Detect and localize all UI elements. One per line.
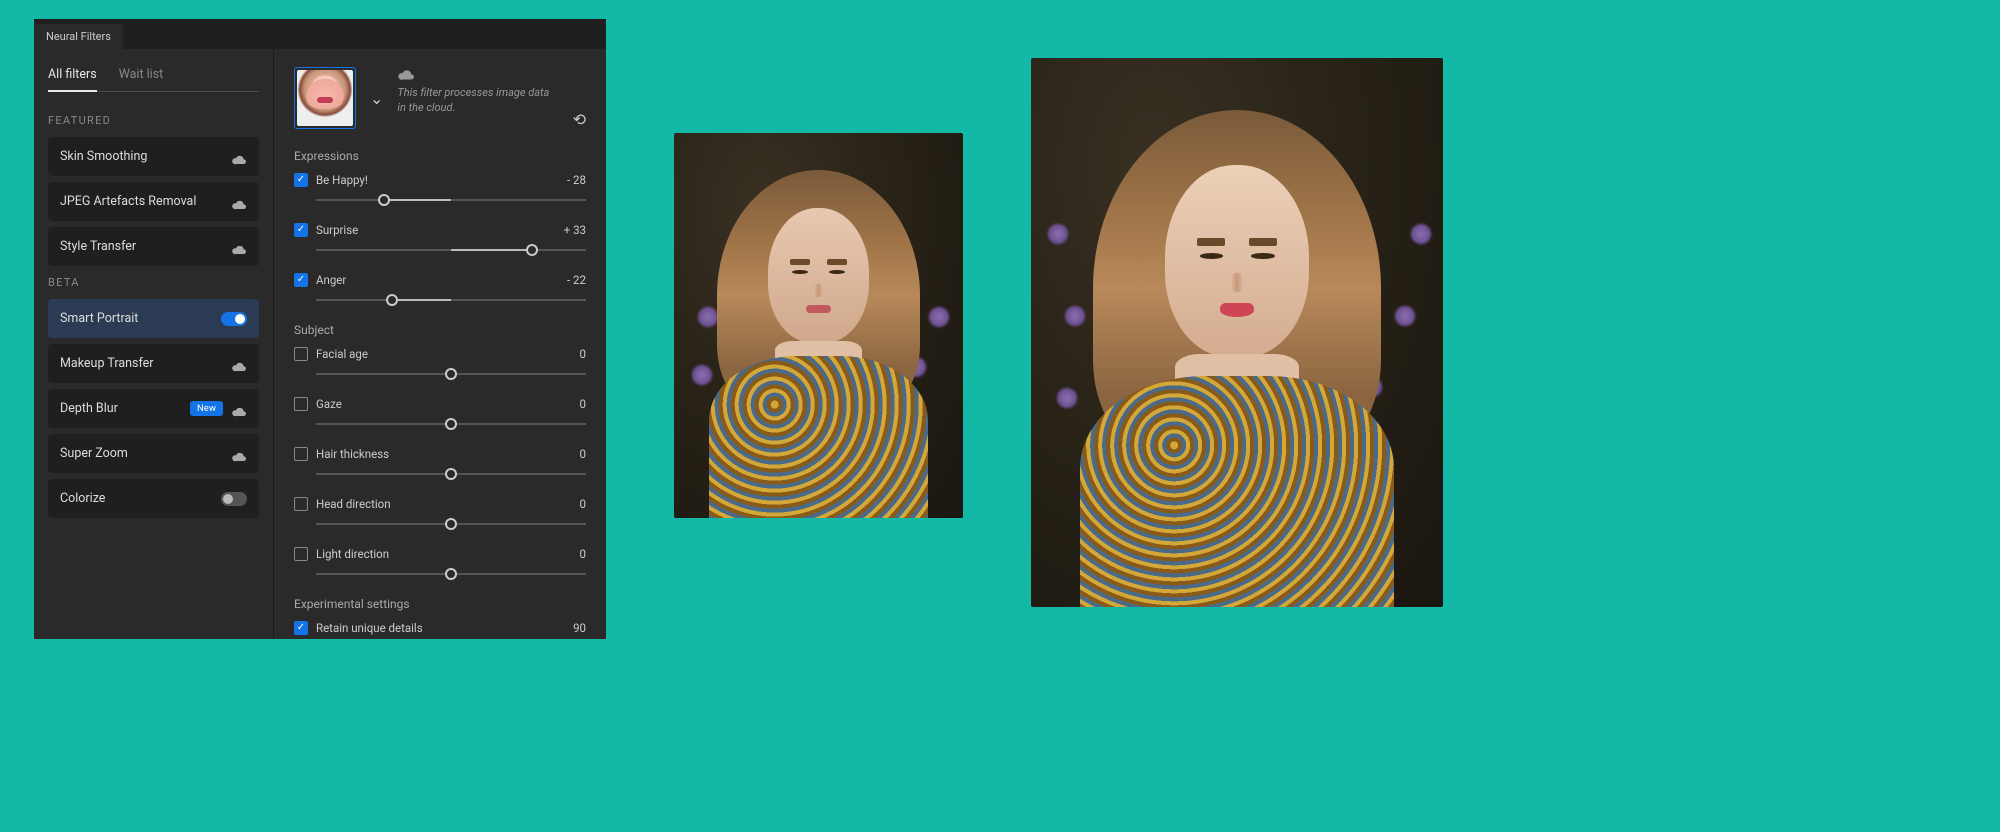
filter-super-zoom[interactable]: Super Zoom <box>48 434 259 473</box>
filter-skin-smoothing[interactable]: Skin Smoothing <box>48 137 259 176</box>
slider-label: Be Happy! <box>316 173 368 187</box>
slider-track-age[interactable] <box>316 367 586 381</box>
cloud-icon <box>231 403 247 415</box>
checkbox-hair[interactable] <box>294 447 308 461</box>
slider-value: 0 <box>580 497 586 511</box>
cloud-icon <box>397 67 415 81</box>
section-featured: FEATURED <box>48 114 259 127</box>
section-beta: BETA <box>48 276 259 289</box>
cloud-note: This filter processes image data in the … <box>397 85 557 116</box>
slider-value: + 33 <box>564 223 586 237</box>
cloud-icon <box>231 448 247 460</box>
checkbox-head[interactable] <box>294 497 308 511</box>
filter-label: Smart Portrait <box>60 311 138 326</box>
slider-track-light[interactable] <box>316 567 586 581</box>
slider-value: 0 <box>580 547 586 561</box>
slider-label: Anger <box>316 273 346 287</box>
slider-label: Facial age <box>316 347 368 361</box>
cloud-icon <box>231 241 247 253</box>
slider-gaze: Gaze 0 <box>294 397 586 431</box>
panel-body: All filters Wait list FEATURED Skin Smoo… <box>34 49 606 639</box>
slider-value: 0 <box>580 447 586 461</box>
slider-label: Light direction <box>316 547 389 561</box>
slider-value: 0 <box>580 397 586 411</box>
filter-label: Skin Smoothing <box>60 149 147 164</box>
slider-hair: Hair thickness 0 <box>294 447 586 481</box>
settings-header: ⌄ This filter processes image data in th… <box>294 67 586 129</box>
tab-wait-list[interactable]: Wait list <box>119 67 164 91</box>
cloud-icon <box>231 196 247 208</box>
slider-age: Facial age 0 <box>294 347 586 381</box>
sidebar-tabs: All filters Wait list <box>48 67 259 92</box>
slider-retain: Retain unique details 90 <box>294 621 586 639</box>
checkbox-retain[interactable] <box>294 621 308 635</box>
slider-happy: Be Happy! - 28 <box>294 173 586 207</box>
group-experimental: Experimental settings <box>294 597 586 611</box>
neural-filters-panel: Neural Filters All filters Wait list FEA… <box>34 19 606 639</box>
filter-depth-blur[interactable]: Depth Blur New <box>48 389 259 428</box>
checkbox-age[interactable] <box>294 347 308 361</box>
tab-neural-filters[interactable]: Neural Filters <box>34 24 123 49</box>
badge-new: New <box>190 401 223 416</box>
slider-track-anger[interactable] <box>316 293 586 307</box>
slider-surprise: Surprise + 33 <box>294 223 586 257</box>
filter-label: JPEG Artefacts Removal <box>60 194 196 209</box>
slider-light: Light direction 0 <box>294 547 586 581</box>
filter-makeup-transfer[interactable]: Makeup Transfer <box>48 344 259 383</box>
filter-label: Style Transfer <box>60 239 136 254</box>
slider-label: Gaze <box>316 397 342 411</box>
filter-style-transfer[interactable]: Style Transfer <box>48 227 259 266</box>
slider-value: - 28 <box>567 173 586 187</box>
group-expressions: Expressions <box>294 149 586 163</box>
slider-track-gaze[interactable] <box>316 417 586 431</box>
face-dropdown[interactable]: ⌄ <box>366 85 387 112</box>
slider-track-hair[interactable] <box>316 467 586 481</box>
filter-colorize[interactable]: Colorize <box>48 479 259 518</box>
filter-label: Makeup Transfer <box>60 356 154 371</box>
reset-icon[interactable]: ⟲ <box>573 110 586 129</box>
toggle-smart-portrait[interactable] <box>221 312 247 326</box>
preview-before <box>674 133 963 518</box>
panel-tab-bar: Neural Filters <box>34 19 606 49</box>
checkbox-gaze[interactable] <box>294 397 308 411</box>
cloud-icon <box>231 358 247 370</box>
group-subject: Subject <box>294 323 586 337</box>
slider-label: Head direction <box>316 497 391 511</box>
filter-label: Depth Blur <box>60 401 118 416</box>
slider-anger: Anger - 22 <box>294 273 586 307</box>
checkbox-anger[interactable] <box>294 273 308 287</box>
slider-label: Surprise <box>316 223 358 237</box>
cloud-icon <box>231 151 247 163</box>
filter-label: Colorize <box>60 491 105 506</box>
toggle-colorize[interactable] <box>221 492 247 506</box>
slider-value: - 22 <box>567 273 586 287</box>
filter-jpeg-artefacts[interactable]: JPEG Artefacts Removal <box>48 182 259 221</box>
filter-sidebar: All filters Wait list FEATURED Skin Smoo… <box>34 49 274 639</box>
slider-head: Head direction 0 <box>294 497 586 531</box>
slider-value: 0 <box>580 347 586 361</box>
preview-after <box>1031 58 1443 607</box>
checkbox-happy[interactable] <box>294 173 308 187</box>
slider-track-happy[interactable] <box>316 193 586 207</box>
checkbox-surprise[interactable] <box>294 223 308 237</box>
slider-track-head[interactable] <box>316 517 586 531</box>
filter-label: Super Zoom <box>60 446 128 461</box>
filter-settings: ⌄ This filter processes image data in th… <box>274 49 606 639</box>
checkbox-light[interactable] <box>294 547 308 561</box>
slider-label: Hair thickness <box>316 447 389 461</box>
slider-track-surprise[interactable] <box>316 243 586 257</box>
slider-label: Retain unique details <box>316 621 423 635</box>
tab-all-filters[interactable]: All filters <box>48 67 97 92</box>
slider-value: 90 <box>573 621 586 635</box>
cloud-info: This filter processes image data in the … <box>397 67 562 116</box>
face-thumbnail[interactable] <box>294 67 356 129</box>
filter-smart-portrait[interactable]: Smart Portrait <box>48 299 259 338</box>
